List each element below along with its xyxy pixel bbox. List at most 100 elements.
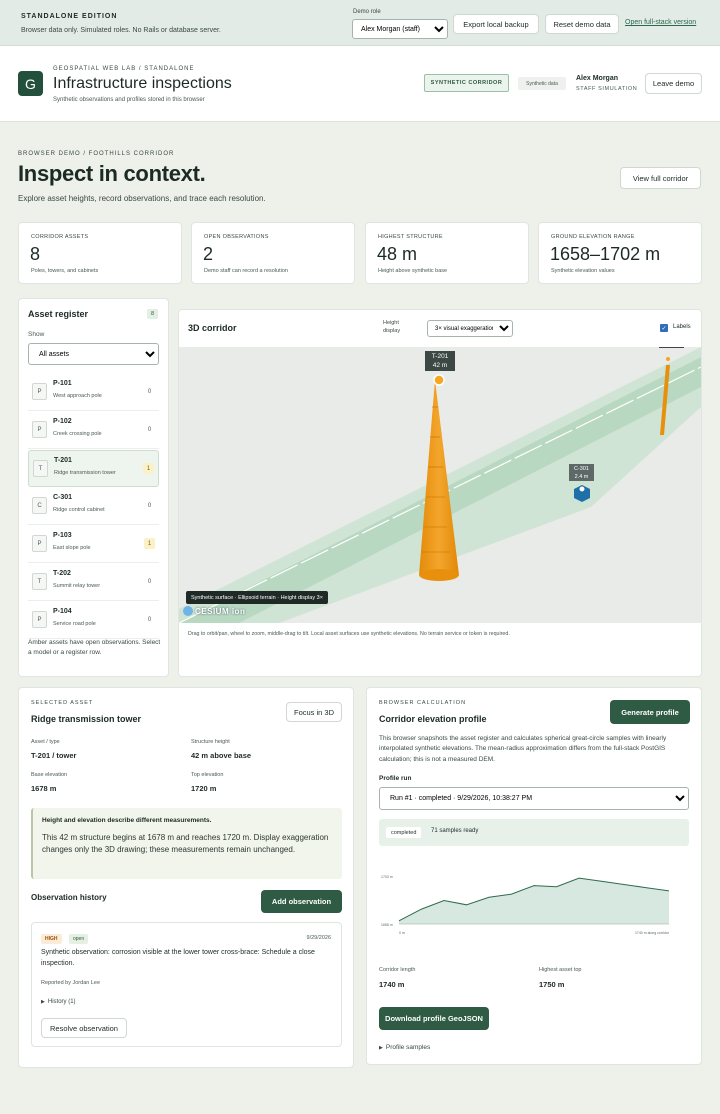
- synthetic-data-chip: Synthetic data: [518, 77, 566, 90]
- profile-samples-ready: 71 samples ready: [431, 828, 479, 834]
- asset-row[interactable]: P P-102 Creek crossing pole 0: [28, 412, 159, 449]
- asset-id: P-103: [53, 532, 72, 539]
- stat-card-assets: CORRIDOR ASSETS 8 Poles, towers, and cab…: [18, 222, 182, 284]
- focus-3d-button[interactable]: Focus in 3D: [286, 702, 342, 722]
- view-full-corridor-button[interactable]: View full corridor: [620, 167, 701, 189]
- asset-id: P-102: [53, 418, 72, 425]
- reset-demo-button[interactable]: Reset demo data: [545, 14, 619, 34]
- asset-id: P-104: [53, 608, 72, 615]
- structure-height-value: 42 m above base: [191, 751, 252, 760]
- asset-type-badge: C: [32, 497, 47, 514]
- asset-row[interactable]: P P-103 East slope pole 1: [28, 526, 159, 563]
- resolve-observation-button[interactable]: Resolve observation: [41, 1018, 127, 1038]
- export-backup-button[interactable]: Export local backup: [453, 14, 539, 34]
- edition-label: STANDALONE EDITION: [21, 13, 118, 20]
- user-role: STAFF SIMULATION: [576, 86, 638, 92]
- asset-observation-count: 0: [147, 426, 152, 433]
- corridor-length-value: 1740 m: [379, 980, 405, 989]
- labels-checkbox[interactable]: ✓: [660, 324, 668, 332]
- observation-date: 9/29/2026: [306, 935, 331, 941]
- profile-title: Corridor elevation profile: [379, 714, 487, 724]
- register-footer: Amber assets have open observations. Sel…: [28, 639, 161, 657]
- height-display-label: Height display: [383, 320, 401, 334]
- selected-title: Ridge transmission tower: [31, 714, 142, 724]
- generate-profile-button[interactable]: Generate profile: [610, 700, 690, 724]
- labels-checkbox-label: Labels: [673, 324, 691, 330]
- stat-value: 48 m: [377, 244, 418, 264]
- fullstack-link[interactable]: Open full-stack version: [625, 19, 696, 26]
- profile-status-bar: completed 71 samples ready: [379, 819, 689, 846]
- corridor-3d-canvas[interactable]: [179, 347, 701, 623]
- edition-subtitle: Browser data only. Simulated roles. No R…: [21, 27, 221, 34]
- stat-note: Synthetic elevation values: [551, 268, 615, 274]
- asset-description: Creek crossing pole: [53, 431, 102, 437]
- asset-description: Service road pole: [53, 621, 96, 627]
- stat-value: 1658–1702 m: [550, 244, 661, 264]
- profile-description: This browser snapshots the asset registe…: [379, 735, 667, 763]
- leave-demo-button[interactable]: Leave demo: [645, 73, 702, 94]
- history-toggle[interactable]: ▶ History (1): [41, 999, 76, 1005]
- height-display-select[interactable]: 3× visual exaggeration: [427, 320, 513, 337]
- highest-top-value: 1750 m: [539, 980, 565, 989]
- measurement-note: Height and elevation describe different …: [31, 808, 342, 879]
- standalone-banner: STANDALONE EDITION Browser data only. Si…: [0, 0, 720, 46]
- asset-type-badge: P: [32, 611, 47, 628]
- stat-card-highest: HIGHEST STRUCTURE 48 m Height above synt…: [365, 222, 529, 284]
- profile-samples-toggle[interactable]: ▶ Profile samples: [379, 1044, 430, 1051]
- role-select[interactable]: Alex Morgan (staff): [352, 19, 448, 39]
- asset-id: T-201: [54, 457, 72, 464]
- stat-label: OPEN OBSERVATIONS: [204, 234, 269, 240]
- stat-label: CORRIDOR ASSETS: [31, 234, 89, 240]
- stat-label: GROUND ELEVATION RANGE: [551, 234, 635, 240]
- asset-type-badge: T: [33, 460, 48, 477]
- stat-label: HIGHEST STRUCTURE: [378, 234, 443, 240]
- surface-caption: Synthetic surface · Ellipsoid terrain · …: [186, 591, 328, 604]
- cesium-icon: [183, 606, 193, 616]
- asset-row[interactable]: C C-301 Ridge control cabinet 0: [28, 488, 159, 525]
- asset-id: T-202: [53, 570, 71, 577]
- profile-run-label: Profile run: [379, 775, 412, 782]
- page-title: Infrastructure inspections: [53, 75, 232, 92]
- asset-description: Ridge control cabinet: [53, 507, 105, 513]
- asset-count-badge: 8: [147, 309, 158, 319]
- stat-card-observations: OPEN OBSERVATIONS 2 Demo staff can recor…: [191, 222, 355, 284]
- status-badge: open: [69, 934, 89, 944]
- cabinet-c301-label: C-301 2.4 m: [569, 464, 594, 481]
- stat-note: Height above synthetic base: [378, 268, 448, 274]
- hero-subtitle: Explore asset heights, record observatio…: [18, 194, 266, 203]
- asset-description: Ridge transmission tower: [54, 470, 116, 476]
- observation-reporter: Reported by Jordan Lee: [41, 980, 101, 986]
- asset-observation-count: 1: [143, 463, 154, 474]
- note-body: This 42 m structure begins at 1678 m and…: [42, 833, 329, 855]
- profile-status-badge: completed: [386, 827, 422, 838]
- profile-overline: BROWSER CALCULATION: [379, 700, 467, 706]
- asset-id: C-301: [53, 494, 73, 501]
- add-observation-button[interactable]: Add observation: [261, 890, 342, 913]
- corridor-length-label: Corridor length: [379, 967, 416, 973]
- y-tick-label: 1658 m: [381, 923, 393, 927]
- synthetic-corridor-chip: SYNTHETIC CORRIDOR: [424, 74, 509, 92]
- breadcrumb: BROWSER DEMO / FOOTHILLS CORRIDOR: [18, 151, 175, 157]
- asset-row[interactable]: P P-104 Service road pole 0: [28, 602, 159, 639]
- asset-row[interactable]: T T-201 Ridge transmission tower 1: [28, 450, 159, 487]
- asset-id: P-101: [53, 380, 72, 387]
- asset-type-badge: P: [32, 383, 47, 400]
- show-label: Show: [28, 331, 45, 338]
- user-name: Alex Morgan: [576, 75, 619, 82]
- disclosure-triangle-icon: ▶: [379, 1044, 383, 1051]
- observation-history-title: Observation history: [31, 893, 107, 902]
- stat-card-elevation: GROUND ELEVATION RANGE 1658–1702 m Synth…: [538, 222, 702, 284]
- app-logo: G: [18, 71, 43, 96]
- asset-observation-count: 0: [147, 616, 152, 623]
- asset-filter-select[interactable]: All assets: [28, 343, 159, 365]
- asset-row[interactable]: P P-101 West approach pole 0: [28, 374, 159, 411]
- asset-row[interactable]: T T-202 Summit relay tower 0: [28, 564, 159, 601]
- profile-run-select[interactable]: Run #1 · completed · 9/29/2026, 10:38:27…: [379, 787, 689, 810]
- header-overline: GEOSPATIAL WEB LAB / STANDALONE: [53, 66, 195, 72]
- asset-register-title: Asset register: [28, 309, 89, 319]
- asset-description: East slope pole: [53, 545, 91, 551]
- role-label: Demo role: [353, 9, 381, 15]
- asset-type-badge: P: [32, 535, 47, 552]
- download-geojson-button[interactable]: Download profile GeoJSON: [379, 1007, 489, 1030]
- asset-type-badge: P: [32, 421, 47, 438]
